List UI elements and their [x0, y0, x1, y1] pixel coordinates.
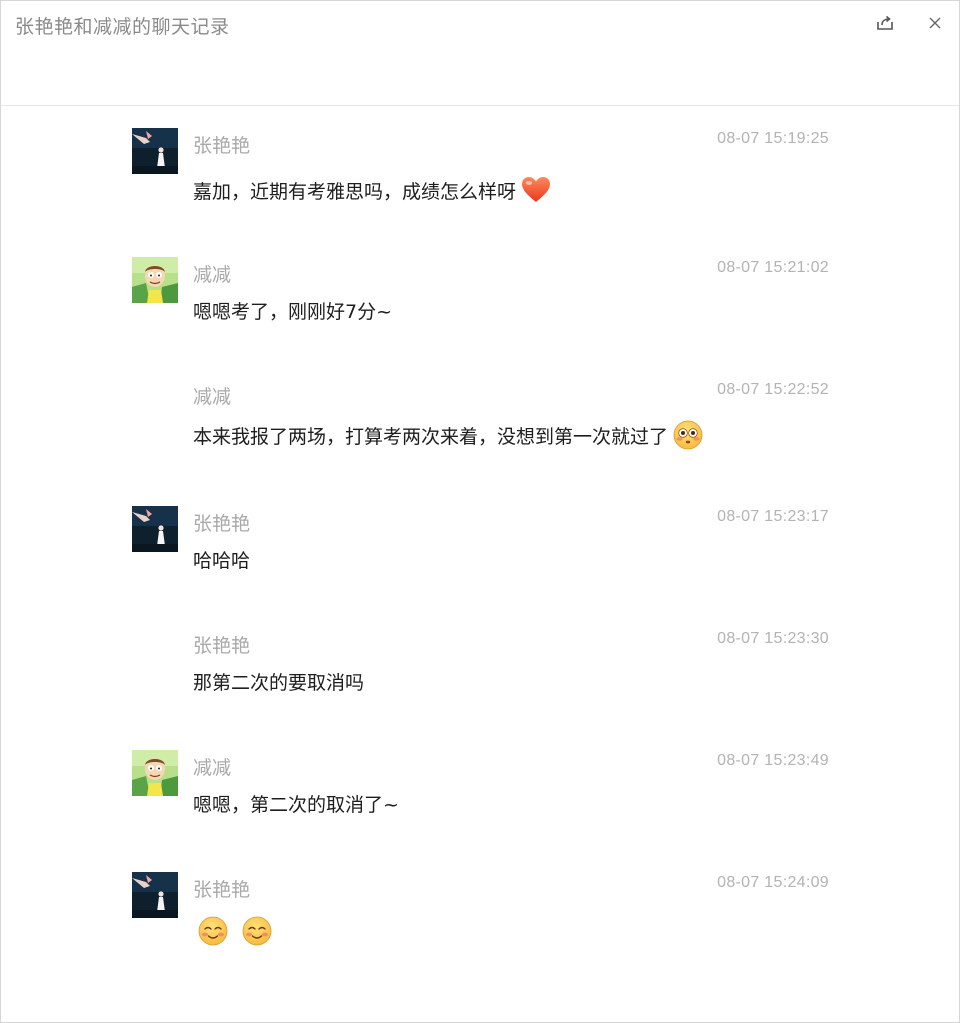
sender-name: 张艳艳 — [193, 135, 251, 157]
message-time: 08-07 15:23:17 — [717, 508, 829, 525]
zhangyanyan-avatar-icon — [132, 872, 178, 918]
message-time: 08-07 15:22:52 — [717, 381, 829, 398]
avatar-zhangyanyan[interactable] — [132, 506, 178, 552]
sender-name: 张艳艳 — [193, 879, 251, 901]
avatar-zhangyanyan[interactable] — [132, 128, 178, 174]
message-text: 本来我报了两场，打算考两次来着，没想到第一次就过了 — [193, 425, 669, 448]
message-text-row — [193, 915, 273, 947]
message-item: 张艳艳 08-07 15:23:17 哈哈哈 — [132, 506, 832, 616]
sender-name: 减减 — [193, 386, 232, 408]
message-time: 08-07 15:23:30 — [717, 630, 829, 647]
message-list[interactable]: 张艳艳 08-07 15:19:25 嘉加，近期有考雅思吗，成绩怎么样呀 减减 … — [1, 106, 959, 1022]
message-item: 张艳艳 08-07 15:24:09 — [132, 872, 832, 982]
message-text: 嗯嗯，第二次的取消了~ — [193, 794, 399, 816]
message-item: 减减 08-07 15:22:52 本来我报了两场，打算考两次来着，没想到第一次… — [132, 379, 832, 489]
title-bar: 张艳艳和减减的聊天记录 — [1, 1, 959, 106]
sender-name: 张艳艳 — [193, 513, 251, 535]
avatar-zhangyanyan[interactable] — [132, 872, 178, 918]
close-button[interactable] — [923, 11, 947, 35]
message-item: 减减 08-07 15:21:02 嗯嗯考了，刚刚好7分~ — [132, 257, 832, 367]
message-text-row: 本来我报了两场，打算考两次来着，没想到第一次就过了 — [193, 419, 704, 451]
zhangyanyan-avatar-icon — [132, 506, 178, 552]
blush-emoji-icon — [197, 915, 229, 947]
message-text: 那第二次的要取消吗 — [193, 672, 365, 694]
zhangyanyan-avatar-icon — [132, 128, 178, 174]
message-text: 哈哈哈 — [193, 550, 251, 572]
share-button[interactable] — [873, 11, 897, 35]
avatar-jianjian[interactable] — [132, 257, 178, 303]
window-title: 张艳艳和减减的聊天记录 — [15, 16, 230, 38]
message-time: 08-07 15:24:09 — [717, 874, 829, 891]
message-item: 减减 08-07 15:23:49 嗯嗯，第二次的取消了~ — [132, 750, 832, 860]
message-item: 张艳艳 08-07 15:23:30 那第二次的要取消吗 — [132, 628, 832, 738]
jianjian-avatar-icon — [132, 257, 178, 303]
sender-name: 减减 — [193, 264, 232, 286]
share-icon — [877, 15, 893, 30]
sender-name: 张艳艳 — [193, 635, 251, 657]
close-icon — [929, 17, 941, 29]
message-time: 08-07 15:23:49 — [717, 752, 829, 769]
message-text: 嘉加，近期有考雅思吗，成绩怎么样呀 — [193, 180, 517, 203]
message-item: 张艳艳 08-07 15:19:25 嘉加，近期有考雅思吗，成绩怎么样呀 — [132, 128, 832, 238]
message-text-row: 哈哈哈 — [193, 546, 250, 573]
message-text-row: 嗯嗯，第二次的取消了~ — [193, 790, 399, 817]
chat-history-window: 张艳艳和减减的聊天记录 张艳艳 08-07 15:19:25 嘉加，近期有考雅思… — [0, 0, 960, 1023]
avatar-jianjian[interactable] — [132, 750, 178, 796]
flushed-emoji-icon — [672, 419, 704, 451]
sender-name: 减减 — [193, 757, 232, 779]
heart-emoji-icon — [520, 174, 552, 206]
message-text: 嗯嗯考了，刚刚好7分~ — [193, 301, 393, 323]
message-time: 08-07 15:19:25 — [717, 130, 829, 147]
message-text-row: 那第二次的要取消吗 — [193, 668, 364, 695]
message-time: 08-07 15:21:02 — [717, 259, 829, 276]
message-text-row: 嘉加，近期有考雅思吗，成绩怎么样呀 — [193, 174, 552, 206]
blush-emoji-icon — [241, 915, 273, 947]
jianjian-avatar-icon — [132, 750, 178, 796]
message-text-row: 嗯嗯考了，刚刚好7分~ — [193, 297, 392, 324]
